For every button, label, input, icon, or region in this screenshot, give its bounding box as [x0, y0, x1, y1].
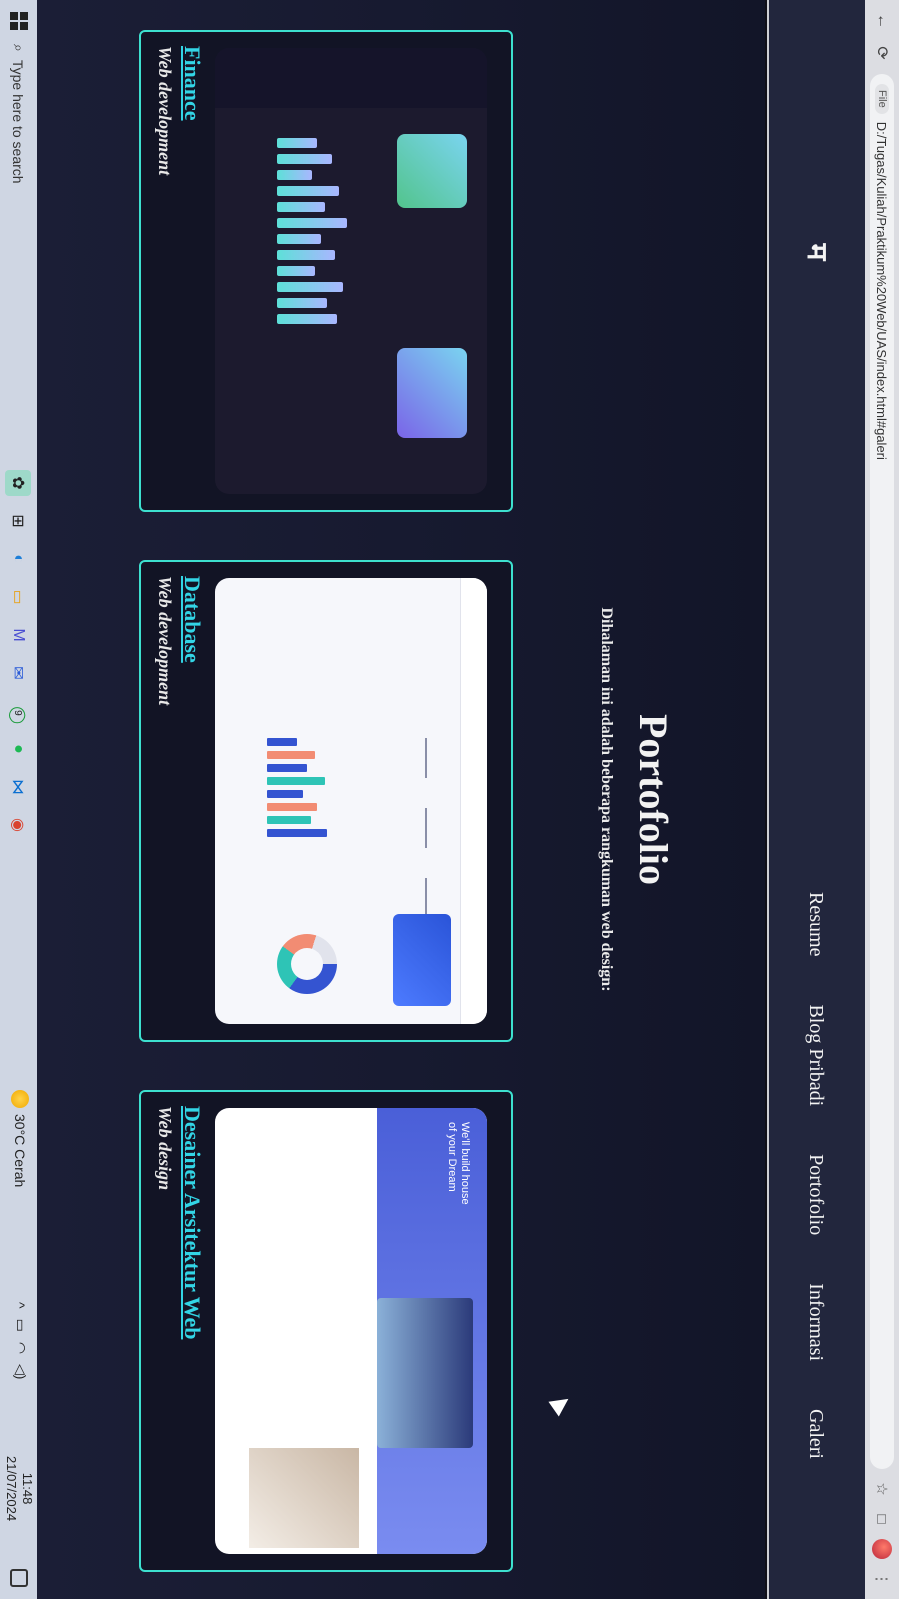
star-icon[interactable]: ☆ — [872, 1479, 892, 1499]
portfolio-card-database[interactable]: Database Web development — [139, 560, 513, 1042]
screen: ← ⟳ File D:/Tugas/Kuliah/Praktikum%20Web… — [0, 0, 899, 1599]
edge-icon[interactable]: ◐ — [5, 546, 31, 572]
nav-link-galeri[interactable]: Galeri — [805, 1409, 828, 1459]
clock[interactable]: 11:48 21/07/2024 — [3, 1456, 35, 1521]
site-logo[interactable]: म — [793, 232, 843, 272]
site-navbar: म Resume Blog Pribadi Portofolio Informa… — [767, 0, 865, 1599]
windows-taskbar: ⌕ Type here to search ✿ ⊞ ◐ ▭ M ✉ ◯ 9 ● ⋈… — [0, 0, 37, 1599]
portfolio-card-architecture[interactable]: We'll build house of your Dream Desainer… — [139, 1090, 513, 1572]
search-icon: ⌕ — [11, 44, 27, 52]
thumb-sidebar — [215, 48, 487, 108]
thumb-sparkline — [425, 738, 427, 778]
taskbar-search[interactable]: ⌕ Type here to search — [4, 44, 33, 444]
thumb-card — [397, 348, 467, 438]
thumb-topbar — [460, 578, 487, 1024]
thumb-donut-chart — [277, 934, 337, 994]
system-tray: ^ ▭ ◠ ◁) — [12, 1302, 30, 1379]
thumb-sparkline — [425, 808, 427, 848]
thumb-sparkline — [425, 878, 427, 918]
nav-link-portofolio[interactable]: Portofolio — [805, 1154, 828, 1235]
page-subtitle: Dihalaman ini adalah beberapa rangkuman … — [598, 607, 615, 992]
widget-icon[interactable]: ✿ — [5, 470, 31, 496]
browser-toolbar: ← ⟳ File D:/Tugas/Kuliah/Praktikum%20Web… — [865, 0, 899, 1599]
sun-icon — [11, 1090, 29, 1108]
menu-dots-icon[interactable]: ⋮ — [872, 1569, 892, 1589]
thumb-interior-image — [249, 1448, 359, 1548]
card-category: Web design — [155, 1106, 175, 1191]
database-dashboard-thumbnail[interactable] — [215, 578, 487, 1024]
protocol-badge: File — [875, 84, 889, 114]
notification-center-icon[interactable] — [10, 1569, 28, 1587]
task-view-icon[interactable]: ⊞ — [5, 508, 31, 534]
wifi-icon[interactable]: ◠ — [12, 1342, 29, 1354]
card-title-link[interactable]: Finance — [179, 46, 205, 121]
nav-link-informasi[interactable]: Informasi — [805, 1283, 828, 1361]
vscode-icon[interactable]: ⋈ — [5, 774, 31, 800]
clock-time: 11:48 — [20, 1472, 35, 1505]
nav-menu: Resume Blog Pribadi Portofolio Informasi… — [767, 892, 865, 1459]
finance-dashboard-thumbnail[interactable] — [215, 48, 487, 494]
thumb-hero-text: We'll build house of your Dream — [446, 1122, 471, 1205]
chrome-icon[interactable]: ◉ — [5, 812, 31, 838]
chevron-up-icon[interactable]: ^ — [13, 1302, 29, 1309]
card-category: Web development — [155, 46, 175, 176]
portfolio-section: Portofolio Dihalaman ini adalah beberapa… — [37, 0, 765, 1599]
thumb-house-image — [377, 1298, 473, 1448]
weather-text: 30°C Cerah — [12, 1114, 28, 1188]
portfolio-card-finance[interactable]: Finance Web development — [139, 30, 513, 512]
mail-icon[interactable]: ✉ — [5, 660, 31, 686]
reload-icon[interactable]: ⟳ — [871, 42, 893, 64]
card-title-link[interactable]: Desainer Arsitektur Web — [179, 1106, 205, 1339]
clock-date: 21/07/2024 — [4, 1456, 19, 1522]
address-bar[interactable]: File D:/Tugas/Kuliah/Praktikum%20Web/UAS… — [870, 74, 894, 1469]
spotify-icon[interactable]: ● — [5, 736, 31, 762]
back-icon[interactable]: ← — [871, 10, 893, 32]
nav-link-resume[interactable]: Resume — [805, 892, 828, 956]
weather-widget[interactable]: 30°C Cerah — [11, 1090, 29, 1187]
thumb-bar-chart — [267, 738, 337, 888]
mouse-cursor-icon — [548, 1391, 574, 1417]
file-explorer-icon[interactable]: ▭ — [5, 584, 31, 610]
whatsapp-icon[interactable]: ◯ 9 — [5, 698, 31, 724]
thumb-card — [393, 914, 451, 1006]
notification-badge: 9 — [12, 710, 24, 716]
app-icon[interactable]: M — [5, 622, 31, 648]
nav-link-blog[interactable]: Blog Pribadi — [805, 1004, 828, 1106]
tab-icon[interactable]: □ — [872, 1509, 892, 1529]
battery-icon[interactable]: ▭ — [12, 1319, 29, 1332]
url-text: D:/Tugas/Kuliah/Praktikum%20Web/UAS/inde… — [874, 121, 890, 460]
card-category: Web development — [155, 576, 175, 706]
card-title-link[interactable]: Database — [179, 576, 205, 663]
thumb-bar-chart — [277, 138, 357, 388]
windows-start-icon[interactable] — [10, 12, 28, 30]
profile-avatar[interactable] — [872, 1539, 892, 1559]
page-title: Portofolio — [631, 713, 676, 886]
search-placeholder: Type here to search — [10, 59, 27, 184]
architecture-site-thumbnail[interactable]: We'll build house of your Dream — [215, 1108, 487, 1554]
thumb-card — [397, 134, 467, 208]
volume-icon[interactable]: ◁) — [12, 1364, 29, 1379]
